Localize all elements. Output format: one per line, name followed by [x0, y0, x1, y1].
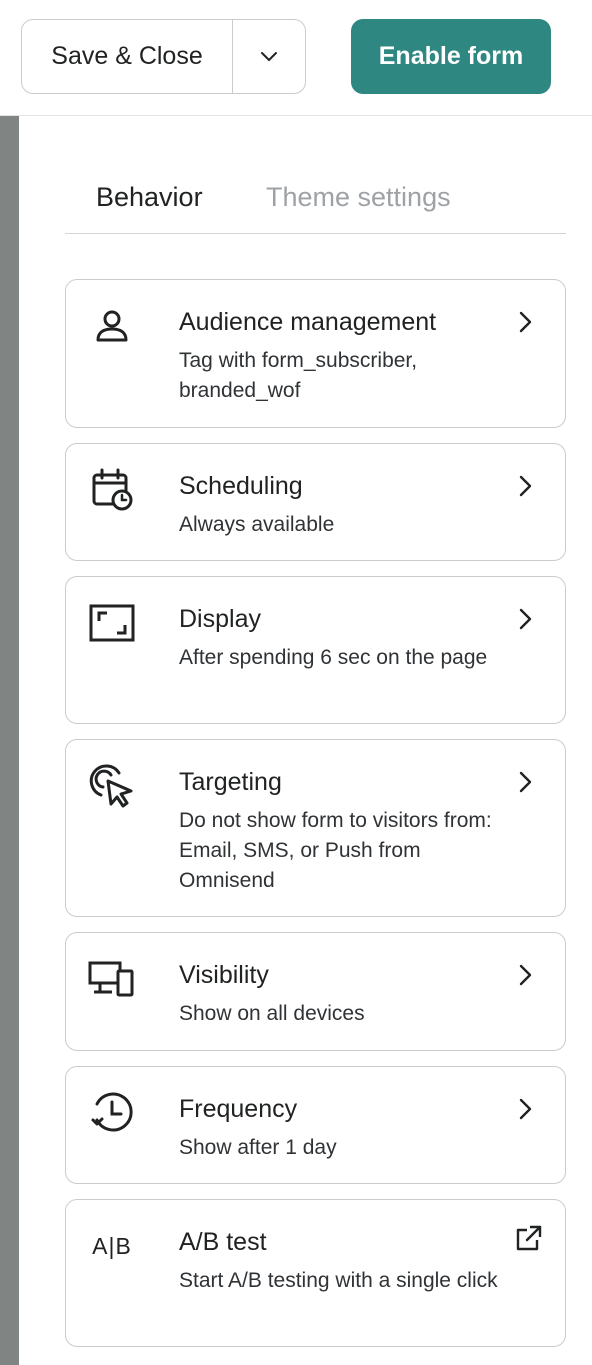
- display-frame-icon: [88, 599, 136, 647]
- chevron-right-icon: [519, 771, 532, 793]
- save-close-split-button: Save & Close: [21, 19, 306, 94]
- tab-theme-settings[interactable]: Theme settings: [266, 182, 451, 213]
- chevron-down-icon: [261, 51, 277, 61]
- card-description: Always available: [179, 513, 335, 536]
- chevron-right-icon: [519, 964, 532, 986]
- tab-behavior[interactable]: Behavior: [96, 182, 203, 213]
- card-title: Scheduling: [179, 472, 303, 500]
- left-rail: [0, 116, 19, 1365]
- chevron-right-icon: [519, 311, 532, 333]
- chevron-right-icon: [519, 475, 532, 497]
- card-display[interactable]: Display After spending 6 sec on the page: [65, 576, 566, 724]
- top-toolbar: Save & Close Enable form: [0, 0, 592, 116]
- chevron-right-icon: [519, 1098, 532, 1120]
- ab-icon-text: A|B: [92, 1232, 132, 1259]
- target-cursor-icon: [88, 762, 136, 810]
- save-close-button[interactable]: Save & Close: [22, 20, 232, 93]
- card-description: Do not show form to visitors from: Email…: [179, 809, 492, 892]
- card-frequency[interactable]: Frequency Show after 1 day: [65, 1066, 566, 1184]
- card-title: A/B test: [179, 1228, 267, 1256]
- card-visibility[interactable]: Visibility Show on all devices: [65, 932, 566, 1051]
- calendar-clock-icon: [88, 466, 136, 514]
- external-link-icon[interactable]: [513, 1224, 543, 1254]
- person-icon: [88, 302, 136, 350]
- enable-form-button[interactable]: Enable form: [351, 19, 551, 94]
- chevron-right-icon: [519, 608, 532, 630]
- save-options-dropdown[interactable]: [233, 20, 305, 93]
- card-title: Visibility: [179, 961, 269, 989]
- settings-tabs: Behavior Theme settings: [65, 168, 566, 234]
- devices-icon: [88, 955, 136, 1003]
- card-targeting[interactable]: Targeting Do not show form to visitors f…: [65, 739, 566, 917]
- card-description: After spending 6 sec on the page: [179, 646, 488, 669]
- card-title: Targeting: [179, 768, 282, 796]
- card-title: Frequency: [179, 1095, 298, 1123]
- card-description: Show after 1 day: [179, 1136, 337, 1159]
- card-title: Audience management: [179, 308, 437, 336]
- card-description: Tag with form_subscriber, branded_wof: [179, 349, 418, 402]
- ab-icon: A|B: [88, 1222, 136, 1270]
- card-description: Start A/B testing with a single click: [179, 1269, 498, 1292]
- card-ab-test[interactable]: A|B A/B test Start A/B testing with a si…: [65, 1199, 566, 1347]
- history-clock-icon: [88, 1089, 136, 1137]
- card-audience-management[interactable]: Audience management Tag with form_subscr…: [65, 279, 566, 428]
- card-title: Display: [179, 605, 261, 633]
- card-scheduling[interactable]: Scheduling Always available: [65, 443, 566, 561]
- card-description: Show on all devices: [179, 1002, 365, 1025]
